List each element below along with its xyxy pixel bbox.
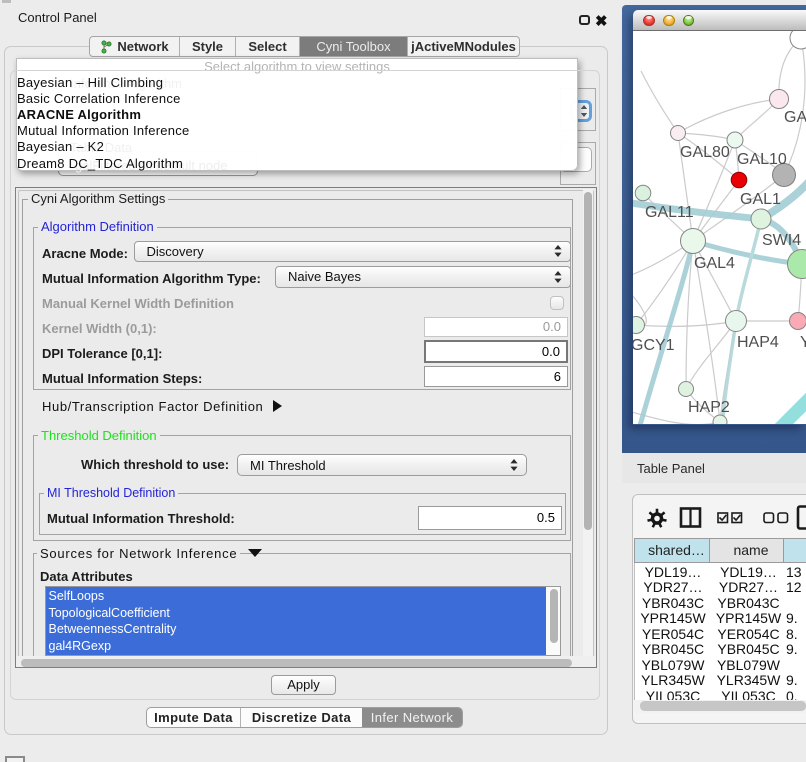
svg-text:Y: Y xyxy=(800,334,806,351)
svg-text:HAP4: HAP4 xyxy=(737,334,779,351)
svg-text:GCY1: GCY1 xyxy=(633,337,675,354)
svg-text:GAL: GAL xyxy=(784,109,806,126)
svg-text:SWI4: SWI4 xyxy=(762,232,801,249)
svg-text:GAL80: GAL80 xyxy=(680,144,730,161)
svg-text:HAP2: HAP2 xyxy=(688,399,730,416)
svg-text:GAL11: GAL11 xyxy=(645,204,694,221)
svg-text:GAL4: GAL4 xyxy=(694,255,735,272)
svg-text:GAL10: GAL10 xyxy=(737,151,787,168)
svg-text:GAL1: GAL1 xyxy=(740,191,781,208)
